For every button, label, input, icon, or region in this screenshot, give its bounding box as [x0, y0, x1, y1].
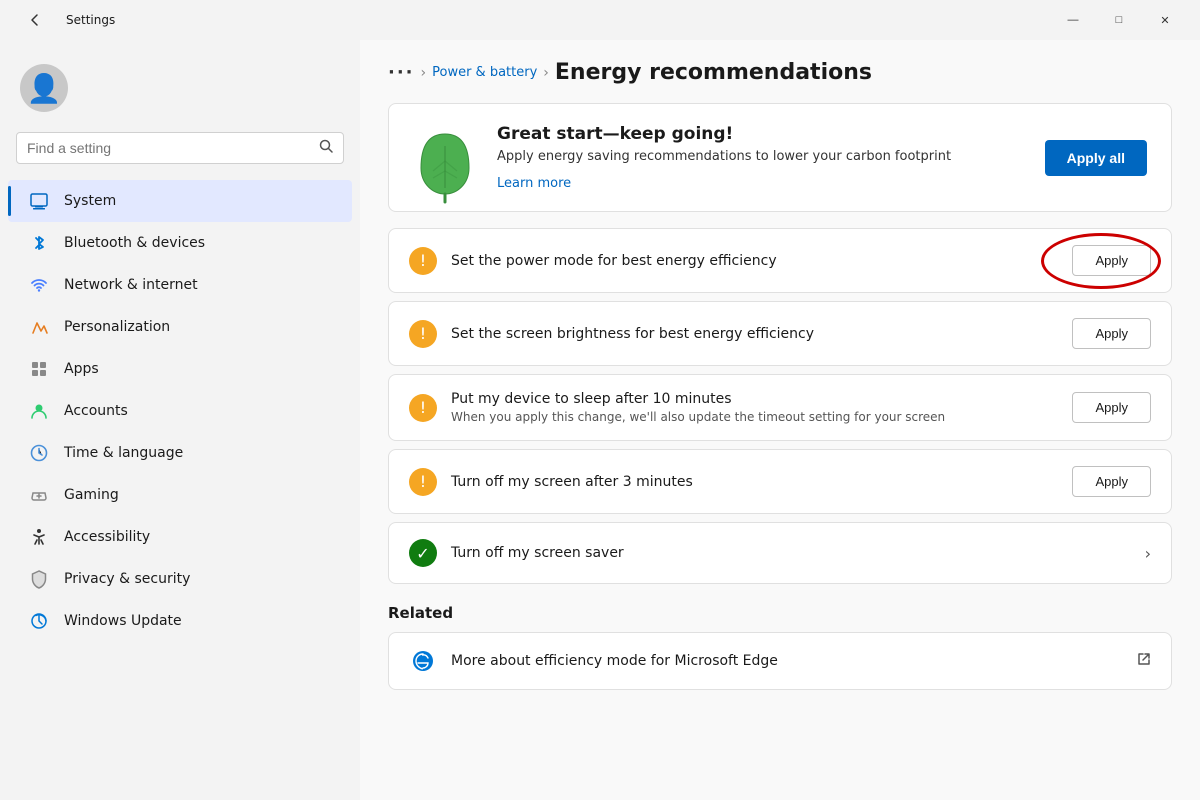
rec-item-brightness: ! Set the screen brightness for best ene… — [388, 301, 1172, 366]
sidebar-label-time: Time & language — [64, 445, 183, 461]
sidebar-item-system[interactable]: System — [8, 180, 352, 222]
time-icon — [28, 442, 50, 464]
hero-title: Great start—keep going! — [497, 124, 1025, 144]
apps-icon — [28, 358, 50, 380]
accounts-icon — [28, 400, 50, 422]
warning-icon-power-mode: ! — [409, 247, 437, 275]
rec-item-screen-off: ! Turn off my screen after 3 minutes App… — [388, 449, 1172, 514]
app-container: 👤 System — [0, 40, 1200, 800]
privacy-icon — [28, 568, 50, 590]
sidebar-label-network: Network & internet — [64, 277, 198, 293]
maximize-button[interactable]: □ — [1096, 4, 1142, 36]
close-button[interactable]: ✕ — [1142, 4, 1188, 36]
apply-all-button[interactable]: Apply all — [1045, 140, 1147, 176]
breadcrumb-sep1: › — [421, 65, 427, 81]
sidebar-label-personalization: Personalization — [64, 319, 170, 335]
breadcrumb-current: Energy recommendations — [555, 60, 872, 85]
sidebar-label-apps: Apps — [64, 361, 99, 377]
sidebar-item-gaming[interactable]: Gaming — [8, 474, 352, 516]
content-area: ··· › Power & battery › Energy recommend… — [360, 40, 1200, 800]
related-item-edge[interactable]: More about efficiency mode for Microsoft… — [388, 632, 1172, 690]
back-button[interactable] — [12, 4, 58, 36]
sidebar-item-accessibility[interactable]: Accessibility — [8, 516, 352, 558]
window-controls: — □ ✕ — [1050, 4, 1188, 36]
warning-icon-sleep: ! — [409, 394, 437, 422]
rec-item-power-mode: ! Set the power mode for best energy eff… — [388, 228, 1172, 293]
update-icon — [28, 610, 50, 632]
related-label-edge: More about efficiency mode for Microsoft… — [451, 653, 1123, 669]
sidebar-label-update: Windows Update — [64, 613, 182, 629]
rec-text-sleep: Put my device to sleep after 10 minutes … — [451, 391, 1058, 424]
rec-title-sleep: Put my device to sleep after 10 minutes — [451, 391, 1058, 407]
titlebar-left: Settings — [12, 4, 115, 36]
chevron-right-icon: › — [1145, 544, 1151, 563]
network-icon — [28, 274, 50, 296]
sidebar-item-update[interactable]: Windows Update — [8, 600, 352, 642]
warning-icon-brightness: ! — [409, 320, 437, 348]
personalization-icon — [28, 316, 50, 338]
rec-item-sleep: ! Put my device to sleep after 10 minute… — [388, 374, 1172, 441]
sidebar-item-privacy[interactable]: Privacy & security — [8, 558, 352, 600]
sidebar-label-privacy: Privacy & security — [64, 571, 190, 587]
check-icon-screensaver: ✓ — [409, 539, 437, 567]
sidebar-item-personalization[interactable]: Personalization — [8, 306, 352, 348]
apply-button-brightness[interactable]: Apply — [1072, 318, 1151, 349]
sidebar-label-gaming: Gaming — [64, 487, 119, 503]
search-input[interactable] — [27, 140, 311, 156]
edge-icon — [409, 647, 437, 675]
user-icon: 👤 — [27, 72, 62, 105]
sidebar-label-bluetooth: Bluetooth & devices — [64, 235, 205, 251]
learn-more-link[interactable]: Learn more — [497, 176, 571, 191]
accessibility-icon — [28, 526, 50, 548]
hero-banner: Great start—keep going! Apply energy sav… — [388, 103, 1172, 212]
breadcrumb-dots[interactable]: ··· — [388, 62, 415, 83]
related-title: Related — [388, 604, 1172, 622]
breadcrumb: ··· › Power & battery › Energy recommend… — [388, 60, 1172, 85]
rec-subtitle-sleep: When you apply this change, we'll also u… — [451, 410, 1058, 424]
rec-title-screen-off: Turn off my screen after 3 minutes — [451, 474, 1058, 490]
rec-title-brightness: Set the screen brightness for best energ… — [451, 326, 1058, 342]
breadcrumb-sep2: › — [543, 65, 549, 81]
rec-title-screensaver: Turn off my screen saver — [451, 545, 1131, 561]
sidebar-item-bluetooth[interactable]: Bluetooth & devices — [8, 222, 352, 264]
rec-title-power-mode: Set the power mode for best energy effic… — [451, 253, 1058, 269]
titlebar: Settings — □ ✕ — [0, 0, 1200, 40]
apply-button-sleep[interactable]: Apply — [1072, 392, 1151, 423]
gaming-icon — [28, 484, 50, 506]
app-title: Settings — [66, 13, 115, 27]
sidebar-item-apps[interactable]: Apps — [8, 348, 352, 390]
search-box[interactable] — [16, 132, 344, 164]
minimize-button[interactable]: — — [1050, 4, 1096, 36]
hero-text: Great start—keep going! Apply energy sav… — [497, 124, 1025, 191]
apply-button-power-mode[interactable]: Apply — [1072, 245, 1151, 276]
sidebar-label-system: System — [64, 193, 116, 209]
breadcrumb-parent[interactable]: Power & battery — [432, 65, 537, 80]
sidebar-item-network[interactable]: Network & internet — [8, 264, 352, 306]
rec-text-power-mode: Set the power mode for best energy effic… — [451, 253, 1058, 269]
system-icon — [28, 190, 50, 212]
rec-item-screensaver[interactable]: ✓ Turn off my screen saver › — [388, 522, 1172, 584]
rec-text-screensaver: Turn off my screen saver — [451, 545, 1131, 561]
sidebar-item-time[interactable]: Time & language — [8, 432, 352, 474]
search-icon — [319, 139, 333, 157]
avatar[interactable]: 👤 — [20, 64, 68, 112]
sidebar-label-accounts: Accounts — [64, 403, 128, 419]
leaf-icon — [413, 126, 477, 190]
bluetooth-icon — [28, 232, 50, 254]
sidebar-label-accessibility: Accessibility — [64, 529, 150, 545]
rec-text-brightness: Set the screen brightness for best energ… — [451, 326, 1058, 342]
sidebar-item-accounts[interactable]: Accounts — [8, 390, 352, 432]
avatar-area: 👤 — [0, 56, 360, 132]
apply-button-screen-off[interactable]: Apply — [1072, 466, 1151, 497]
warning-icon-screen-off: ! — [409, 468, 437, 496]
hero-desc: Apply energy saving recommendations to l… — [497, 148, 1025, 166]
external-link-icon — [1137, 652, 1151, 670]
sidebar: 👤 System — [0, 40, 360, 800]
rec-text-screen-off: Turn off my screen after 3 minutes — [451, 474, 1058, 490]
